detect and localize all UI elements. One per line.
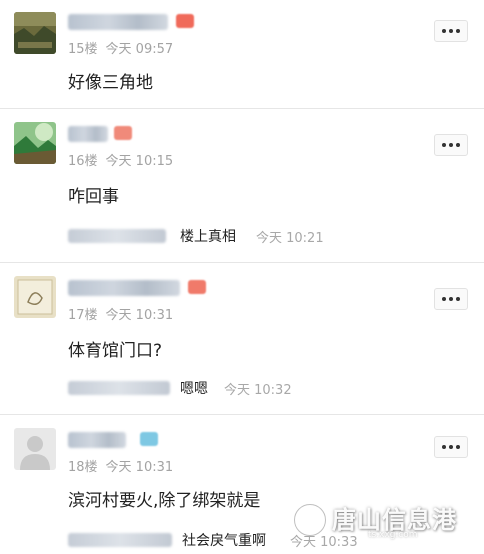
reply-text: 嗯嗯 bbox=[180, 381, 208, 397]
floor-number: 15楼 bbox=[68, 42, 98, 57]
post-meta: 16楼 今天 10:15 bbox=[68, 150, 173, 169]
more-options-button[interactable] bbox=[434, 20, 468, 42]
divider bbox=[0, 414, 484, 415]
more-options-button[interactable] bbox=[434, 134, 468, 156]
post-time: 今天 10:15 bbox=[105, 154, 174, 169]
reply-time: 今天 10:21 bbox=[256, 231, 324, 246]
floor-number: 18楼 bbox=[68, 460, 98, 475]
level-badge bbox=[188, 280, 206, 294]
post-meta: 18楼 今天 10:31 bbox=[68, 456, 173, 475]
green-landscape-avatar-icon bbox=[14, 122, 56, 164]
user-avatar[interactable] bbox=[14, 276, 56, 318]
dot-icon bbox=[442, 143, 446, 147]
username-blurred[interactable] bbox=[68, 126, 108, 142]
reply-time: 今天 10:32 bbox=[224, 383, 292, 398]
level-badge bbox=[114, 126, 132, 140]
dot-icon bbox=[449, 297, 453, 301]
user-avatar[interactable] bbox=[14, 428, 56, 470]
divider bbox=[0, 108, 484, 109]
default-user-avatar-icon bbox=[14, 428, 56, 470]
dot-icon bbox=[449, 445, 453, 449]
reply-username-blurred[interactable] bbox=[68, 381, 170, 395]
floor-number: 16楼 bbox=[68, 154, 98, 169]
reply-text: 楼上真相 bbox=[180, 229, 236, 245]
floor-number: 17楼 bbox=[68, 308, 98, 323]
username-blurred[interactable] bbox=[68, 280, 180, 296]
post-content: 好像三角地 bbox=[68, 73, 153, 93]
more-options-button[interactable] bbox=[434, 436, 468, 458]
reply-text: 社会戾气重啊 bbox=[182, 533, 266, 549]
username-blurred[interactable] bbox=[68, 432, 126, 448]
reply-username-blurred[interactable] bbox=[68, 533, 172, 547]
watermark-subtitle: ts.xxg.com bbox=[368, 530, 418, 540]
watermark-logo-icon bbox=[294, 504, 326, 536]
username-blurred[interactable] bbox=[68, 14, 168, 30]
post-meta: 15楼 今天 09:57 bbox=[68, 38, 173, 57]
post-meta: 17楼 今天 10:31 bbox=[68, 304, 173, 323]
dot-icon bbox=[456, 143, 460, 147]
more-options-button[interactable] bbox=[434, 288, 468, 310]
post-content: 滨河村要火,除了绑架就是 bbox=[68, 491, 261, 511]
post-time: 今天 10:31 bbox=[105, 308, 174, 323]
dot-icon bbox=[456, 445, 460, 449]
landscape-photo-avatar-icon bbox=[14, 12, 56, 54]
site-watermark: 唐山信息港 ts.xxg.com bbox=[292, 498, 484, 544]
user-avatar[interactable] bbox=[14, 12, 56, 54]
level-badge bbox=[176, 14, 194, 28]
dot-icon bbox=[442, 297, 446, 301]
reply-username-blurred[interactable] bbox=[68, 229, 166, 243]
dot-icon bbox=[442, 29, 446, 33]
beige-sketch-avatar-icon bbox=[14, 276, 56, 318]
reply-item[interactable]: 楼上真相 今天 10:21 bbox=[68, 222, 464, 250]
dot-icon bbox=[456, 297, 460, 301]
post-time: 今天 09:57 bbox=[105, 42, 174, 57]
post-time: 今天 10:31 bbox=[105, 460, 174, 475]
dot-icon bbox=[456, 29, 460, 33]
level-badge bbox=[140, 432, 158, 446]
reply-item[interactable]: 嗯嗯 今天 10:32 bbox=[68, 374, 464, 402]
post-content: 咋回事 bbox=[68, 187, 119, 207]
dot-icon bbox=[449, 29, 453, 33]
post-content: 体育馆门口? bbox=[68, 341, 163, 361]
dot-icon bbox=[449, 143, 453, 147]
user-avatar[interactable] bbox=[14, 122, 56, 164]
divider bbox=[0, 262, 484, 263]
dot-icon bbox=[442, 445, 446, 449]
